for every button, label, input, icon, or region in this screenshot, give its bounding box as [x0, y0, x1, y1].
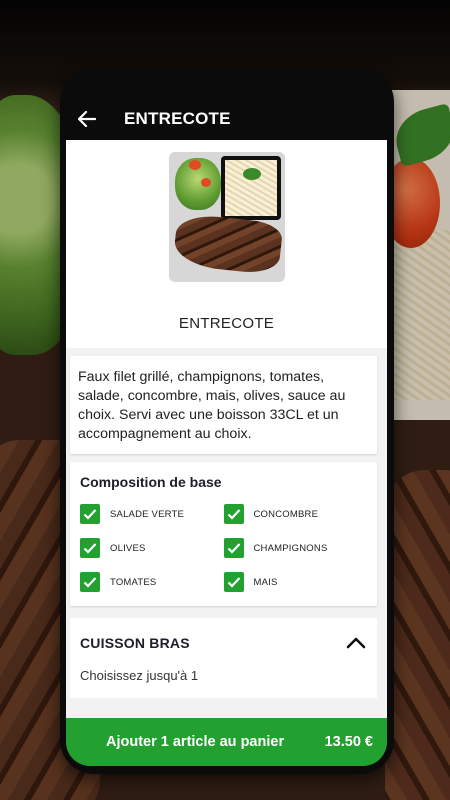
checkbox-checked-icon[interactable] [80, 572, 100, 592]
composition-title: Composition de base [80, 474, 222, 490]
checkbox-checked-icon[interactable] [223, 572, 244, 592]
image-garnish [242, 168, 261, 180]
option-mais[interactable]: MAIS [223, 572, 368, 592]
add-to-cart-button[interactable]: Ajouter 1 article au panier 13.50 € [66, 718, 387, 766]
image-steak [172, 212, 283, 276]
option-champignons[interactable]: CHAMPIGNONS [223, 538, 368, 558]
add-to-cart-label: Ajouter 1 article au panier [106, 734, 285, 750]
cuisson-header[interactable]: CUISSON BRAS [80, 632, 367, 654]
cart-price: 13.50 € [324, 734, 373, 750]
option-label: TOMATES [110, 576, 157, 588]
description-card: Faux filet grillé, champignons, tomates,… [70, 356, 377, 454]
option-olives[interactable]: OLIVES [80, 538, 224, 558]
product-image [168, 152, 285, 282]
page-title: ENTRECOTE [124, 109, 231, 128]
option-tomates[interactable]: TOMATES [80, 572, 224, 592]
option-concombre[interactable]: CONCOMBRE [223, 504, 368, 524]
product-name: ENTRECOTE [66, 300, 387, 348]
checkbox-checked-icon[interactable] [223, 504, 244, 524]
composition-options: SALADE VERTE CONCOMBRE OLIVES CHAMPIGNON… [70, 498, 377, 606]
option-label: OLIVES [110, 542, 146, 554]
checkbox-checked-icon[interactable] [80, 538, 100, 558]
image-tomato [200, 178, 211, 187]
option-salade-verte[interactable]: SALADE VERTE [80, 504, 224, 524]
cuisson-subtitle: Choisissez jusqu'à 1 [80, 668, 199, 683]
option-label: SALADE VERTE [110, 508, 185, 520]
arrow-left-icon[interactable] [76, 108, 98, 130]
image-tomato [188, 160, 201, 170]
product-content[interactable]: ENTRECOTE Faux filet grillé, champignons… [66, 140, 387, 720]
product-hero [66, 140, 387, 300]
option-label: CONCOMBRE [253, 508, 319, 520]
cuisson-title: CUISSON BRAS [80, 635, 190, 651]
composition-card: Composition de base SALADE VERTE CONCOMB… [70, 462, 377, 606]
option-label: MAIS [253, 576, 278, 588]
app-bar: ENTRECOTE [66, 98, 387, 140]
cuisson-section: CUISSON BRAS Choisissez jusqu'à 1 [70, 618, 377, 698]
checkbox-checked-icon[interactable] [223, 538, 244, 558]
product-description: Faux filet grillé, champignons, tomates,… [78, 369, 346, 442]
option-label: CHAMPIGNONS [253, 542, 328, 554]
chevron-up-icon[interactable] [345, 632, 367, 654]
checkbox-checked-icon[interactable] [80, 504, 100, 524]
